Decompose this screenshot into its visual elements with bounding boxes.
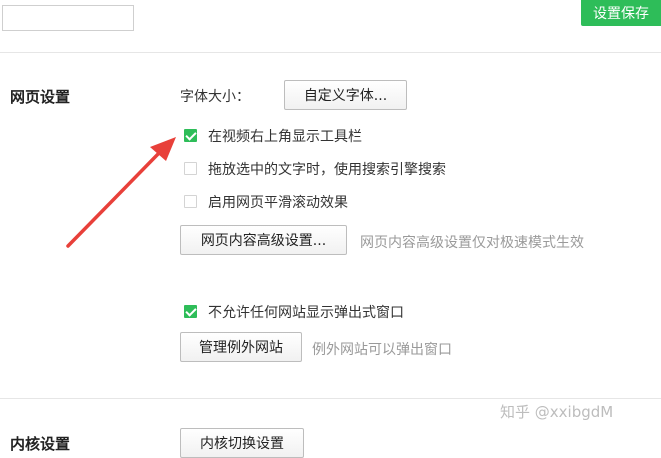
red-arrow-annotation [66,137,176,248]
